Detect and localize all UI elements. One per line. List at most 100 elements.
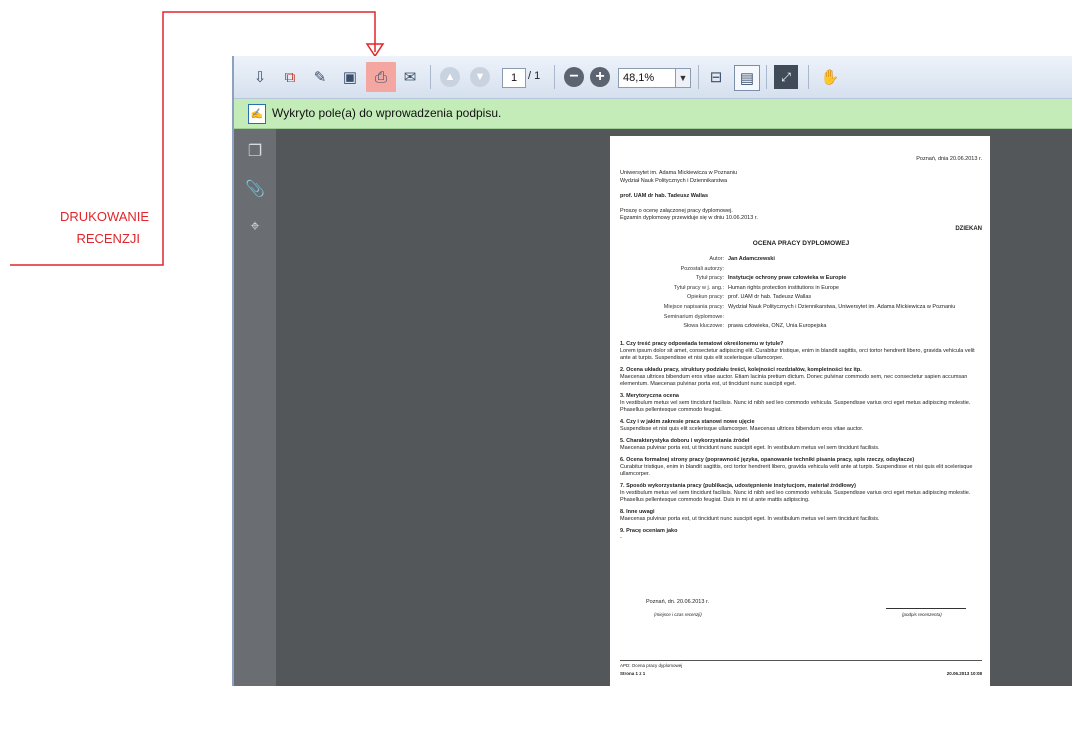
metadata-table: Autor: Jan Adamczewski Pozostali autorzy: T… [620, 256, 980, 333]
next-page-icon[interactable]: ▼ [470, 67, 490, 87]
metadata-value: Wydział Nauk Politycznych i Dziennikarst… [728, 303, 956, 310]
request-line-2: Egzamin dyplomowy przewiduje się w dniu … [620, 215, 758, 221]
metadata-row: Miejsce napisania pracy: Wydział Nauk Pol… [620, 304, 980, 314]
print-icon[interactable]: ⎙ [366, 62, 396, 92]
toolbar-separator [808, 65, 809, 89]
annotation-label-line2: RECENZJI [76, 231, 140, 246]
toolbar-separator [766, 65, 767, 89]
metadata-row: Autor: Jan Adamczewski [620, 256, 980, 266]
fullscreen-icon[interactable]: ⤢ [774, 65, 798, 89]
sign-icon[interactable]: ✎ [308, 65, 332, 89]
message-text: Wykryto pole(a) do wprowadzenia podpisu. [272, 106, 502, 120]
section-heading: 8. Inne uwagi [620, 509, 655, 515]
metadata-row: Tytuł pracy w j. ang.: Human rights prote… [620, 285, 980, 295]
signature-message-bar: ✍ Wykryto pole(a) do wprowadzenia podpis… [234, 99, 1072, 129]
annotation-label-line1: DRUKOWANIE [60, 209, 150, 224]
section-text: Maecenas pulvinar porta est, ut tincidun… [620, 445, 880, 451]
footer-doc-name: APD: Ocena pracy dyplomowej [620, 663, 683, 668]
section-text: Suspendisse et nisi quis elit scelerisqu… [620, 426, 864, 432]
hand-tool-icon[interactable]: ✋ [818, 65, 842, 89]
metadata-row: Tytuł pracy: Instytucje ochrony praw czło… [620, 275, 980, 285]
page-total: / 1 [528, 70, 541, 82]
section-text: Lorem ipsum dolor sit amet, consectetur … [620, 348, 975, 361]
prev-page-icon[interactable]: ▲ [440, 67, 460, 87]
toolbar-separator [554, 65, 555, 89]
footer-line [620, 660, 982, 661]
section-text: Maecenas pulvinar porta est, ut tincidun… [620, 516, 880, 522]
metadata-key: Miejsce napisania pracy: [663, 303, 724, 310]
signature-field-icon[interactable]: ✍ [248, 104, 266, 124]
page-view-icon[interactable]: ▤ [734, 65, 760, 91]
faculty: Wydział Nauk Politycznych i Dziennikarst… [620, 178, 728, 184]
evaluation-section: 8. Inne uwagi Maecenas pulvinar porta est… [620, 509, 982, 523]
toolbar-separator [698, 65, 699, 89]
section-heading: 6. Ocena formalnej strony pracy (poprawn… [620, 457, 915, 463]
place-date: Poznań, dn. 20.06.2013 r. [646, 599, 709, 605]
section-heading: 1. Czy treść pracy odpowiada tematowi ok… [620, 341, 784, 347]
metadata-row: Seminarium dyplomowe: [620, 314, 980, 324]
section-heading: 4. Czy i w jakim zakresie praca stanowi … [620, 419, 755, 425]
metadata-key: Seminarium dyplomowe: [663, 313, 724, 320]
section-text: In vestibulum metus vel sem tincidunt fa… [620, 490, 971, 503]
metadata-row: Słowa kluczowe: prawa człowieka, ONZ, Uni… [620, 323, 980, 333]
metadata-value: Human rights protection institutions in … [728, 284, 839, 291]
metadata-key: Tytuł pracy: [695, 275, 724, 281]
toolbar: ⇩ ⧉ ✎ ▣ ⎙ ✉ ▲ ▼ 1 / 1 − + 48,1% ▼ ⊟ ▤ ⤢ … [234, 56, 1072, 99]
request-line-1: Proszę o ocenę załączonej pracy dyplomow… [620, 208, 733, 214]
metadata-row: Opiekun pracy: prof. UAM dr hab. Tadeusz … [620, 294, 980, 304]
zoom-input[interactable]: 48,1% [618, 68, 676, 88]
document-page: Poznań, dnia 20.06.2013 r. Uniwersytet i… [610, 136, 990, 742]
dean-heading: DZIEKAN [955, 226, 982, 232]
annotation-label: DRUKOWANIE RECENZJI [60, 206, 150, 250]
section-text: Maecenas ultrices bibendum eros vitae au… [620, 374, 968, 387]
save-copy-icon[interactable]: ⇩ [248, 65, 272, 89]
signature-line [886, 608, 966, 609]
evaluation-section: 3. Merytoryczna ocena In vestibulum metus… [620, 393, 982, 414]
toolbar-separator [430, 65, 431, 89]
zoom-out-icon[interactable]: − [564, 67, 584, 87]
metadata-key: Słowa kluczowe: [683, 323, 724, 329]
date-line: Poznań, dnia 20.06.2013 r. [916, 156, 982, 162]
fit-page-icon[interactable]: ⊟ [704, 65, 728, 89]
section-heading: 3. Merytoryczna ocena [620, 393, 679, 399]
metadata-value: Instytucje ochrony praw człowieka w Euro… [728, 275, 847, 281]
export-icon[interactable]: ⧉ [278, 65, 302, 89]
evaluation-section: 1. Czy treść pracy odpowiada tematowi ok… [620, 341, 982, 362]
search-binoculars-icon[interactable]: ⌖ [245, 217, 265, 237]
metadata-key: Tytuł pracy w j. ang.: [673, 284, 724, 291]
section-heading: 5. Charakterystyka doboru i wykorzystani… [620, 438, 750, 444]
save-icon[interactable]: ▣ [338, 65, 362, 89]
footer-date: 20.06.2013 10:08 [946, 671, 982, 676]
evaluation-section: 6. Ocena formalnej strony pracy (poprawn… [620, 457, 982, 478]
evaluation-section: 4. Czy i w jakim zakresie praca stanowi … [620, 419, 982, 433]
evaluation-section: 7. Sposób wykorzystania pracy (publikacj… [620, 483, 982, 504]
email-icon[interactable]: ✉ [398, 65, 422, 89]
section-text: Curabitur tristique, enim in blandit sag… [620, 464, 973, 477]
metadata-value: prawa człowieka, ONZ, Unia Europejska [728, 323, 827, 329]
metadata-key: Opiekun pracy: [687, 294, 724, 300]
evaluation-section: 9. Pracę oceniam jako - [620, 528, 982, 542]
metadata-key: Pozostali autorzy: [680, 265, 724, 272]
navigation-sidebar: ❐ 📎 ⌖ [234, 129, 276, 686]
zoom-dropdown-icon[interactable]: ▼ [675, 68, 691, 88]
addressee: prof. UAM dr hab. Tadeusz Wallas [620, 193, 709, 199]
zoom-in-icon[interactable]: + [590, 67, 610, 87]
section-heading: 2. Ocena układu pracy, struktury podział… [620, 367, 862, 373]
evaluation-sections: 1. Czy treść pracy odpowiada tematowi ok… [620, 341, 982, 547]
metadata-value: prof. UAM dr hab. Tadeusz Wallas [728, 294, 812, 300]
pages-icon[interactable]: ❐ [245, 141, 265, 161]
metadata-value [728, 314, 980, 324]
pdf-viewer-window: ⇩ ⧉ ✎ ▣ ⎙ ✉ ▲ ▼ 1 / 1 − + 48,1% ▼ ⊟ ▤ ⤢ … [232, 56, 1072, 742]
evaluation-section: 2. Ocena układu pracy, struktury podział… [620, 367, 982, 388]
signature-caption: (podpis recenzenta) [902, 612, 942, 617]
section-heading: 7. Sposób wykorzystania pracy (publikacj… [620, 483, 856, 489]
section-text: - [620, 535, 622, 541]
metadata-row: Pozostali autorzy: [620, 266, 980, 276]
page-number-input[interactable]: 1 [502, 68, 526, 88]
section-heading: 9. Pracę oceniam jako [620, 528, 678, 534]
metadata-key: Autor: [709, 256, 724, 262]
university: Uniwersytet im. Adama Mickiewicza w Pozn… [620, 170, 738, 176]
attachment-icon[interactable]: 📎 [245, 179, 265, 199]
metadata-value [728, 266, 980, 276]
metadata-value: Jan Adamczewski [728, 256, 775, 262]
